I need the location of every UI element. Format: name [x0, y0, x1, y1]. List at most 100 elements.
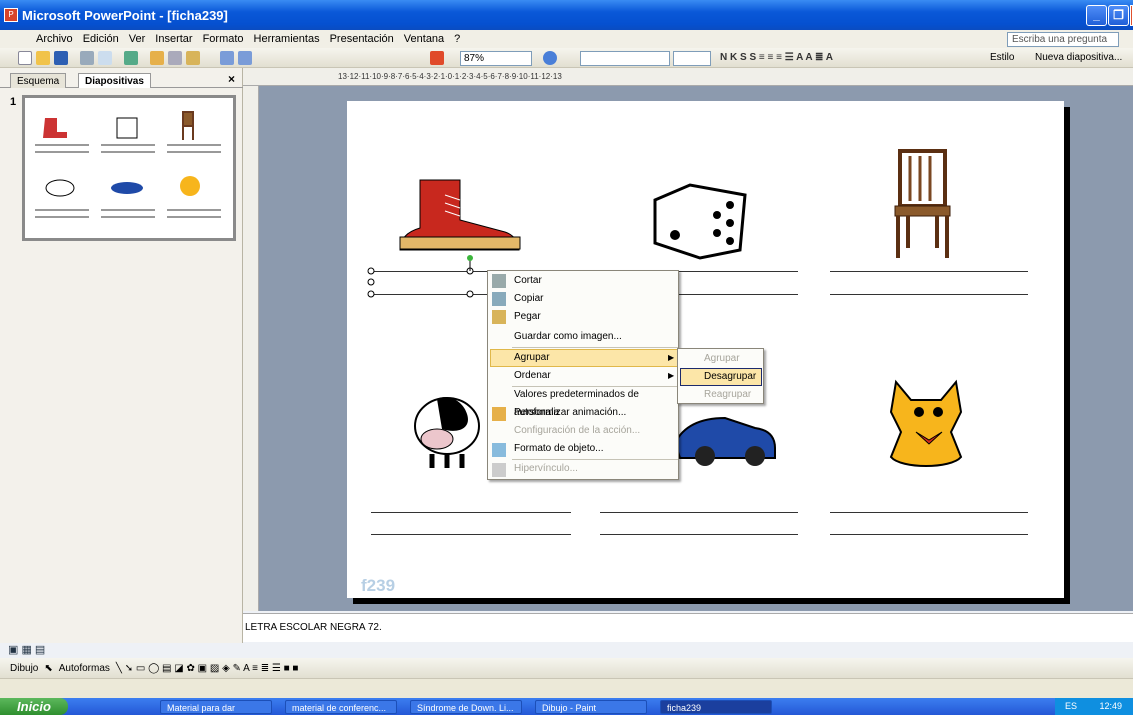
restore-button[interactable]: ❐ [1108, 5, 1129, 26]
sub-desagrupar[interactable]: Desagrupar [704, 368, 756, 386]
help-icon[interactable] [543, 51, 557, 65]
ctx-guardar-imagen[interactable]: Guardar como imagen... [514, 328, 622, 346]
car-image[interactable] [670, 398, 780, 468]
clock: 12:49 [1099, 701, 1123, 711]
task-material-para-dar[interactable]: Material para dar [160, 700, 272, 714]
language-indicator[interactable]: ES [1065, 701, 1077, 711]
menu-insertar[interactable]: Insertar [155, 33, 192, 45]
redo-icon[interactable] [238, 51, 252, 65]
submenu-arrow-icon: ▶ [668, 371, 675, 380]
copy-icon [492, 292, 506, 306]
paste-icon [492, 310, 506, 324]
ctx-pegar[interactable]: Pegar [514, 308, 541, 326]
paste-icon[interactable] [186, 51, 200, 65]
menu-ver[interactable]: Ver [129, 33, 146, 45]
slide-number: 1 [10, 96, 17, 108]
menu-presentacion[interactable]: Presentación [330, 33, 394, 45]
writing-line[interactable] [600, 512, 798, 513]
group-submenu: Agrupar Desagrupar Reagrupar [677, 348, 764, 404]
format-icon [492, 443, 506, 457]
menu-ayuda[interactable]: ? [454, 33, 460, 45]
panel-close-icon[interactable]: × [228, 72, 235, 86]
new-slide-button[interactable]: Nueva diapositiva... [1035, 52, 1122, 63]
writing-line[interactable] [600, 534, 798, 535]
menu-ventana[interactable]: Ventana [404, 33, 444, 45]
die-image[interactable] [645, 175, 750, 260]
task-sindrome-down[interactable]: Síndrome de Down. Li... [410, 700, 522, 714]
preview-icon[interactable] [98, 51, 112, 65]
new-icon[interactable] [18, 51, 32, 65]
selection-handles[interactable] [366, 254, 476, 300]
thumb-cow-icon [45, 179, 75, 197]
slide-thumbnail[interactable] [22, 95, 236, 241]
sub-agrupar: Agrupar [704, 353, 740, 364]
ctx-personalizar-animacion[interactable]: Personalizar animación... [514, 404, 626, 422]
submenu-arrow-icon: ▶ [668, 353, 675, 362]
autoshapes-button[interactable]: Autoformas [59, 663, 110, 674]
ctx-agrupar[interactable]: Agrupar [514, 349, 550, 367]
thumb-boot-icon [43, 118, 67, 138]
thumb-die-icon [116, 117, 138, 139]
font-select[interactable] [580, 51, 670, 66]
thumb-car-icon [111, 182, 143, 194]
drawing-toolbar: Dibujo ⬉ Autoformas ╲ ➘ ▭ ◯ ▤ ◪ ✿ ▣ ▨ ◈ … [0, 658, 1133, 678]
ctx-configuracion-accion: Configuración de la acción... [514, 425, 641, 436]
ctx-formato-objeto[interactable]: Formato de objeto... [514, 440, 604, 458]
ask-question-input[interactable]: Escriba una pregunta [1007, 32, 1119, 47]
task-ficha239[interactable]: ficha239 [660, 700, 772, 714]
cut-icon[interactable] [150, 51, 164, 65]
save-icon[interactable] [54, 51, 68, 65]
view-buttons[interactable]: ▣ ▦ ▤ [8, 643, 45, 656]
ctx-valores-autoforma[interactable]: Valores predeterminados de autoforma [514, 386, 678, 418]
print-icon[interactable] [80, 51, 94, 65]
task-material-conferencia[interactable]: material de conferenc... [285, 700, 397, 714]
writing-line[interactable] [830, 534, 1028, 535]
start-button[interactable]: Inicio [0, 698, 68, 715]
tab-diapositivas[interactable]: Diapositivas [78, 73, 151, 88]
shape-tools[interactable]: ╲ ➘ ▭ ◯ ▤ ◪ ✿ ▣ ▨ ◈ ✎ A ≡ ≣ ☰ ■ ■ [116, 663, 299, 674]
undo-icon[interactable] [220, 51, 234, 65]
spelling-icon[interactable] [124, 51, 138, 65]
status-bar [0, 678, 1133, 698]
cow-image[interactable] [407, 384, 482, 469]
ctx-hipervinculo: Hipervínculo... [514, 463, 578, 474]
menu-formato[interactable]: Formato [203, 33, 244, 45]
ctx-ordenar[interactable]: Ordenar [514, 367, 551, 385]
format-buttons[interactable]: N K S S ≡ ≡ ≡ ☰ A A ≣ A [720, 52, 833, 63]
hyperlink-icon [492, 463, 506, 477]
task-dibujo-paint[interactable]: Dibujo - Paint [535, 700, 647, 714]
zoom-select[interactable]: 87% [460, 51, 532, 66]
menu-edicion[interactable]: Edición [83, 33, 119, 45]
powerpoint-app-icon[interactable]: P [4, 8, 18, 22]
system-tray: ES 12:49 [1055, 698, 1133, 715]
boot-image[interactable] [390, 175, 525, 255]
chair-image[interactable] [890, 146, 955, 261]
menu-herramientas[interactable]: Herramientas [254, 33, 320, 45]
open-icon[interactable] [36, 51, 50, 65]
ctx-cortar[interactable]: Cortar [514, 272, 542, 290]
cut-icon [492, 274, 506, 288]
color-grayscale-icon[interactable] [430, 51, 444, 65]
vertical-ruler [243, 86, 259, 611]
title-bar: Microsoft PowerPoint - [ficha239] [0, 0, 1133, 30]
tab-esquema[interactable]: Esquema [10, 73, 67, 88]
writing-line[interactable] [830, 294, 1028, 295]
ctx-copiar[interactable]: Copiar [514, 290, 543, 308]
select-pointer-icon[interactable]: ⬉ [44, 663, 52, 674]
window-title: Microsoft PowerPoint - [ficha239] [22, 7, 228, 23]
style-button[interactable]: Estilo [990, 52, 1014, 63]
copy-icon[interactable] [168, 51, 182, 65]
draw-menu-button[interactable]: Dibujo [10, 663, 38, 674]
writing-line[interactable] [371, 512, 571, 513]
writing-line[interactable] [371, 534, 571, 535]
thumb-cat-icon [180, 176, 200, 196]
context-menu: Cortar Copiar Pegar Guardar como imagen.… [487, 270, 679, 480]
minimize-button[interactable]: _ [1086, 5, 1107, 26]
horizontal-ruler: 13·12·11·10·9·8·7·6·5·4·3·2·1·0·1·2·3·4·… [243, 68, 1133, 86]
writing-line[interactable] [830, 512, 1028, 513]
writing-line[interactable] [830, 271, 1028, 272]
font-size-select[interactable] [673, 51, 711, 66]
notes-pane[interactable]: LETRA ESCOLAR NEGRA 72. [243, 613, 1133, 642]
menu-archivo[interactable]: Archivo [36, 33, 73, 45]
cat-image[interactable] [886, 372, 970, 472]
